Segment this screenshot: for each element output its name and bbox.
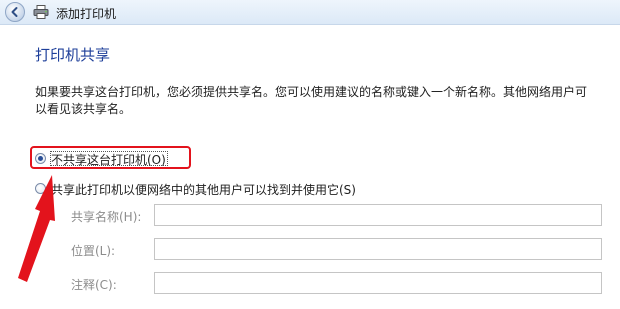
red-arrow-annotation (18, 175, 55, 282)
